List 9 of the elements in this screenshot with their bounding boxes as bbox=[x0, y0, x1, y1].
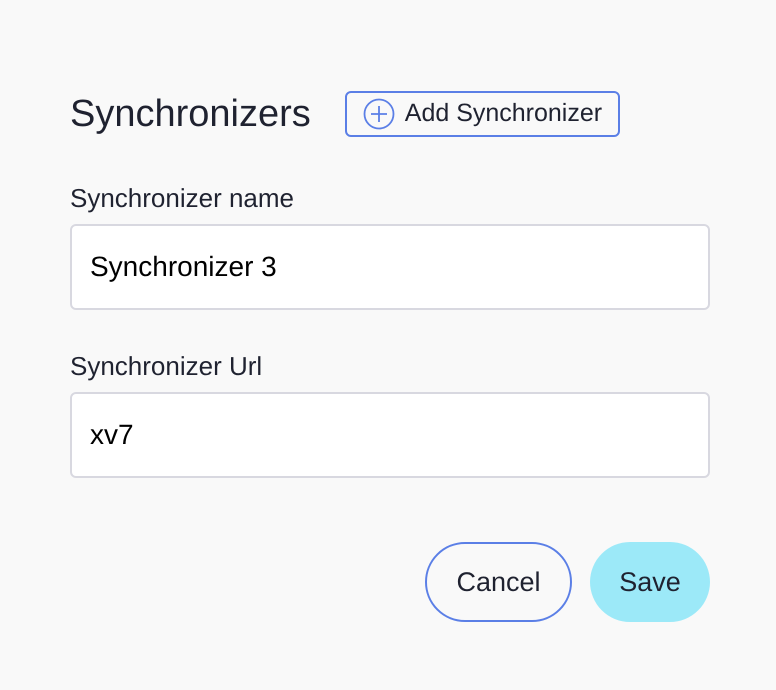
cancel-button[interactable]: Cancel bbox=[425, 542, 572, 622]
plus-circle-icon bbox=[362, 98, 395, 130]
page-title: Synchronizers bbox=[70, 92, 311, 137]
save-button[interactable]: Save bbox=[590, 542, 710, 622]
input-field[interactable]: Synchronizer 3 bbox=[70, 224, 710, 310]
field-label: Synchronizer name bbox=[70, 182, 295, 214]
field-label: Synchronizer Url bbox=[70, 350, 264, 382]
input-field[interactable]: xv7 bbox=[70, 392, 710, 478]
add-synchronizer-button[interactable]: Add Synchronizer bbox=[344, 91, 620, 137]
